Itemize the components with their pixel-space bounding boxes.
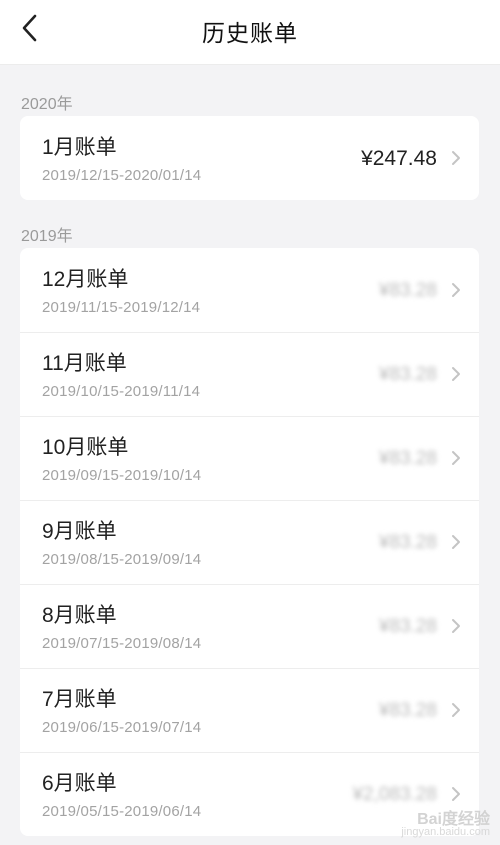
bill-name: 7月账单 [42, 688, 117, 711]
bill-amount: ¥83.28 [378, 532, 437, 553]
year-label-2019: 2019年 [21, 228, 73, 245]
bill-name: 1月账单 [42, 136, 117, 159]
bill-amount: ¥83.28 [378, 280, 437, 301]
bill-name: 8月账单 [42, 604, 117, 627]
year-label-2020: 2020年 [21, 96, 73, 113]
bill-range: 2019/05/15-2019/06/14 [42, 803, 202, 820]
chevron-right-icon [452, 703, 460, 717]
bill-name: 12月账单 [42, 268, 129, 291]
chevron-right-icon [452, 283, 460, 297]
bill-name: 10月账单 [42, 436, 129, 459]
chevron-right-icon [452, 151, 460, 165]
bill-row[interactable]: 8月账单 2019/07/15-2019/08/14 ¥83.28 [20, 584, 479, 668]
bill-row[interactable]: 7月账单 2019/06/15-2019/07/14 ¥83.28 [20, 668, 479, 752]
watermark-brand: Bai度经验 [417, 811, 490, 828]
chevron-right-icon [452, 619, 460, 633]
bill-card-2020: 1月账单 2019/12/15-2020/01/14 ¥247.48 [20, 116, 479, 200]
navigation-bar: 历史账单 [0, 0, 500, 65]
bill-range: 2019/10/15-2019/11/14 [42, 383, 201, 400]
bill-row[interactable]: 11月账单 2019/10/15-2019/11/14 ¥83.28 [20, 332, 479, 416]
bill-name: 6月账单 [42, 772, 117, 795]
bill-row[interactable]: 10月账单 2019/09/15-2019/10/14 ¥83.28 [20, 416, 479, 500]
watermark: Bai度经验 jingyan.baidu.com [401, 811, 490, 839]
chevron-right-icon [452, 451, 460, 465]
bill-amount: ¥83.28 [378, 616, 437, 637]
bill-row[interactable]: 9月账单 2019/08/15-2019/09/14 ¥83.28 [20, 500, 479, 584]
bill-name: 9月账单 [42, 520, 117, 543]
bill-range: 2019/09/15-2019/10/14 [42, 467, 202, 484]
bill-range: 2019/06/15-2019/07/14 [42, 719, 202, 736]
bill-amount: ¥83.28 [378, 364, 437, 385]
chevron-right-icon [452, 367, 460, 381]
bill-row[interactable]: 1月账单 2019/12/15-2020/01/14 ¥247.48 [20, 116, 479, 200]
bill-amount: ¥83.28 [378, 700, 437, 721]
bill-amount: ¥83.28 [378, 448, 437, 469]
page-title: 历史账单 [202, 20, 298, 46]
bill-name: 11月账单 [42, 352, 127, 375]
bill-amount: ¥247.48 [361, 147, 437, 170]
watermark-url: jingyan.baidu.com [401, 826, 490, 838]
bill-amount: ¥2,083.28 [352, 784, 437, 805]
bill-range: 2019/11/15-2019/12/14 [42, 299, 201, 316]
bill-range: 2019/12/15-2020/01/14 [42, 167, 202, 184]
bill-row[interactable]: 12月账单 2019/11/15-2019/12/14 ¥83.28 [20, 248, 479, 332]
bill-card-2019: 12月账单 2019/11/15-2019/12/14 ¥83.28 11月账单… [20, 248, 479, 836]
bill-range: 2019/08/15-2019/09/14 [42, 551, 202, 568]
chevron-right-icon [452, 787, 460, 801]
bill-range: 2019/07/15-2019/08/14 [42, 635, 202, 652]
chevron-right-icon [452, 535, 460, 549]
